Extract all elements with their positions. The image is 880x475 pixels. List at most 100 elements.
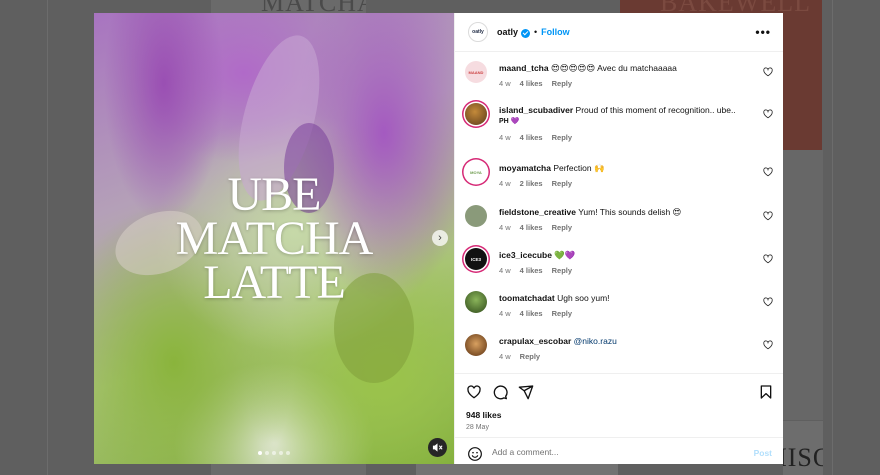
- comment-body: Ugh soo yum!: [554, 293, 610, 303]
- reply-button[interactable]: Reply: [552, 266, 572, 275]
- comment-username[interactable]: island_scubadiver: [499, 105, 573, 115]
- header-separator: •: [534, 27, 538, 37]
- comment-body: Perfection 🙌: [550, 163, 605, 173]
- comment-item: fieldstone_creative Yum! This sounds del…: [465, 205, 773, 245]
- reply-button[interactable]: Reply: [552, 179, 572, 188]
- comment-username[interactable]: maand_tcha: [499, 63, 549, 73]
- reply-button[interactable]: Reply: [552, 79, 572, 88]
- reply-button[interactable]: Reply: [552, 133, 572, 142]
- add-comment-bar: Post: [455, 437, 783, 464]
- comment-username[interactable]: toomatchadat: [499, 293, 555, 303]
- avatar[interactable]: MOYA: [465, 161, 487, 183]
- avatar-logo-text: oatly: [472, 28, 484, 35]
- comment-body: 💚💜: [551, 250, 576, 260]
- emoji-icon[interactable]: [467, 446, 483, 462]
- comments-list[interactable]: MAAND maand_tcha 😍😍😍😍😍 Avec du matchaaaa…: [455, 53, 783, 373]
- comment-text: maand_tcha 😍😍😍😍😍 Avec du matchaaaaa: [499, 63, 755, 74]
- comment-likes[interactable]: 4 likes: [520, 223, 543, 232]
- post-actions-bar: [455, 373, 783, 407]
- comment-time[interactable]: 4 w: [499, 179, 511, 188]
- avatar[interactable]: MAAND: [465, 61, 487, 83]
- comment-time[interactable]: 4 w: [499, 223, 511, 232]
- carousel-dots: [258, 451, 290, 455]
- comment-time[interactable]: 4 w: [499, 79, 511, 88]
- avatar-label: MAAND: [468, 69, 484, 75]
- post-header: oatly oatly • Follow •••: [455, 13, 783, 52]
- comment-meta: 4 w Reply: [499, 352, 549, 361]
- comment-icon[interactable]: [492, 384, 508, 400]
- comment-likes[interactable]: 2 likes: [520, 179, 543, 188]
- media-title: UBE MATCHA LATTE: [94, 168, 454, 309]
- comment-time[interactable]: 4 w: [499, 309, 511, 318]
- comment-likes[interactable]: 4 likes: [520, 266, 543, 275]
- comment-body: Yum! This sounds delish 😍: [576, 207, 682, 217]
- heart-icon[interactable]: [763, 211, 773, 221]
- media-title-line: MATCHA: [175, 212, 374, 265]
- grid-tile[interactable]: MATCHA: [211, 0, 366, 13]
- heart-icon[interactable]: [763, 109, 773, 119]
- add-comment-input[interactable]: [492, 445, 732, 459]
- comment-meta: 4 w 2 likes Reply: [499, 179, 581, 188]
- more-options-icon[interactable]: •••: [755, 25, 771, 39]
- avatar[interactable]: ICE3: [465, 248, 487, 270]
- avatar-label: ICE3: [470, 256, 481, 262]
- comment-body: Proud of this moment of recognition.. ub…: [573, 105, 736, 115]
- media-title-line: LATTE: [203, 256, 346, 309]
- comment-item: ICE3 ice3_icecube 💚💜 4 w 4 likes Reply: [465, 248, 773, 288]
- speaker-muted-icon[interactable]: [428, 438, 447, 457]
- comment-meta: 4 w 4 likes Reply: [499, 309, 581, 318]
- heart-icon[interactable]: [763, 167, 773, 177]
- avatar[interactable]: [465, 334, 487, 356]
- comment-likes[interactable]: 4 likes: [520, 309, 543, 318]
- chevron-right-icon[interactable]: ›: [432, 230, 448, 246]
- reply-button[interactable]: Reply: [552, 223, 572, 232]
- reply-button[interactable]: Reply: [552, 309, 572, 318]
- comment-username[interactable]: moyamatcha: [499, 163, 551, 173]
- comment-username[interactable]: crapulax_escobar: [499, 336, 571, 346]
- share-icon[interactable]: [518, 384, 534, 400]
- likes-count[interactable]: 948 likes: [466, 410, 501, 420]
- comment-text: crapulax_escobar @niko.razu: [499, 336, 755, 347]
- grid-divider: [832, 0, 833, 475]
- post-media[interactable]: UBE MATCHA LATTE ›: [94, 13, 454, 464]
- comment-time[interactable]: 4 w: [499, 133, 511, 142]
- comment-item: MAAND maand_tcha 😍😍😍😍😍 Avec du matchaaaa…: [465, 61, 773, 101]
- like-heart-icon[interactable]: [466, 384, 482, 400]
- reply-button[interactable]: Reply: [520, 352, 540, 361]
- heart-icon[interactable]: [763, 67, 773, 77]
- comment-mention-link[interactable]: @niko.razu: [574, 336, 617, 346]
- post-comment-button[interactable]: Post: [754, 448, 772, 458]
- media-title-line: UBE: [227, 168, 322, 221]
- comment-time[interactable]: 4 w: [499, 352, 511, 361]
- comment-meta: 4 w 4 likes Reply: [499, 79, 581, 88]
- follow-button[interactable]: Follow: [541, 27, 570, 37]
- comment-likes[interactable]: 4 likes: [520, 133, 543, 142]
- comment-text: ice3_icecube 💚💜: [499, 250, 755, 261]
- comment-time[interactable]: 4 w: [499, 266, 511, 275]
- grid-tile[interactable]: [416, 464, 618, 475]
- comment-username[interactable]: ice3_icecube: [499, 250, 552, 260]
- grid-tile[interactable]: [211, 464, 366, 475]
- heart-icon[interactable]: [763, 297, 773, 307]
- oatly-avatar[interactable]: oatly: [468, 22, 488, 42]
- heart-icon[interactable]: [763, 254, 773, 264]
- heart-icon[interactable]: [763, 340, 773, 350]
- carousel-dot: [286, 451, 290, 455]
- grid-tile[interactable]: MAPLE MISO: [783, 421, 823, 475]
- speaker-muted-glyph: [432, 443, 443, 452]
- bookmark-icon[interactable]: [758, 384, 774, 400]
- avatar[interactable]: [465, 103, 487, 125]
- comment-text: moyamatcha Perfection 🙌: [499, 163, 755, 174]
- avatar[interactable]: [465, 291, 487, 313]
- post-date[interactable]: 28 May: [466, 424, 489, 431]
- verified-badge-icon: [521, 28, 531, 38]
- grid-tile[interactable]: [783, 150, 823, 420]
- comment-text-continued: PH 💜: [499, 118, 520, 125]
- comment-username[interactable]: fieldstone_creative: [499, 207, 576, 217]
- post-author-username[interactable]: oatly: [497, 27, 518, 37]
- comment-item: toomatchadat Ugh soo yum! 4 w 4 likes Repl…: [465, 291, 773, 331]
- avatar[interactable]: [465, 205, 487, 227]
- comment-likes[interactable]: 4 likes: [520, 79, 543, 88]
- post-modal: UBE MATCHA LATTE › oatly oatly • Follow: [94, 13, 783, 464]
- comment-meta: 4 w 4 likes Reply: [499, 133, 581, 142]
